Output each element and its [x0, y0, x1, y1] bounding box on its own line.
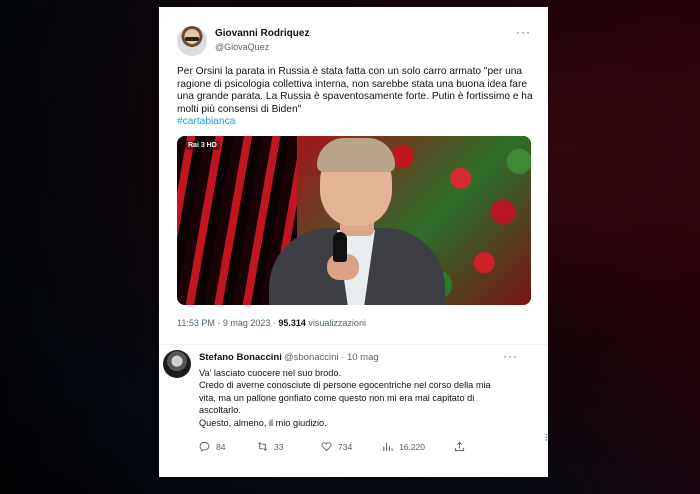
retweet-icon [258, 442, 267, 451]
author-name[interactable]: Giovanni Rodriquez [215, 28, 309, 39]
reply-count: 84 [216, 441, 226, 452]
microphone [333, 232, 347, 262]
reply-author-name[interactable]: Stefano Bonaccini [199, 352, 282, 363]
retweet-count: 33 [274, 441, 284, 452]
share-icon [454, 441, 465, 452]
media-person-hair [317, 138, 395, 172]
channel-logo: Rai 3 HD [185, 141, 220, 150]
reply-text: Va' lasciato cuocere nel suo brodo. Cred… [199, 367, 519, 429]
tweet-card: Giovanni Rodriquez @GiovaQuez ··· Per Or… [159, 7, 548, 477]
tweet-media-image[interactable]: Rai 3 HD [177, 136, 531, 305]
more-options-icon[interactable]: ··· [516, 26, 531, 38]
reply-author-avatar[interactable] [163, 350, 191, 378]
like-button[interactable]: 734 [321, 441, 352, 452]
reply-line: Credo di averne conosciute di persone eg… [199, 380, 491, 391]
avatar-sunglasses [185, 37, 199, 41]
views-button[interactable]: 16.220 [382, 441, 425, 452]
hashtag-link[interactable]: #cartabianca [177, 116, 533, 129]
reply-line: Va' lasciato cuocere nel suo brodo. [199, 368, 342, 378]
tweet-timestamp[interactable]: 11:53 PM · 9 mag 2023 · [177, 318, 278, 328]
reply-button[interactable]: 84 [199, 441, 225, 452]
reply-actions: 84 33 734 16.220 [199, 441, 499, 455]
main-tweet[interactable]: Giovanni Rodriquez @GiovaQuez ··· Per Or… [159, 7, 548, 345]
truncated-icon: ⁝ [544, 432, 549, 444]
heart-icon [321, 442, 332, 452]
retweet-button[interactable]: 33 [257, 441, 283, 452]
views-count: 95.314 [278, 318, 306, 328]
analytics-icon [383, 442, 393, 452]
tweet-body: Per Orsini la parata in Russia è stata f… [177, 66, 533, 115]
reply-line: ascoltarlo. [199, 405, 241, 416]
reply-icon [199, 441, 210, 452]
views-label: visualizzazioni [305, 318, 366, 328]
author-handle[interactable]: @GiovaQuez [215, 42, 269, 52]
reply-author-handle[interactable]: @sbonaccini · 10 mag [284, 352, 379, 363]
views-count-reply: 16.220 [399, 441, 425, 452]
reply-line: vita, ma un pallone gonfiato come questo… [199, 392, 475, 403]
author-avatar[interactable] [177, 26, 207, 56]
tweet-meta: 11:53 PM · 9 mag 2023 · 95.314 visualizz… [177, 318, 366, 328]
share-button[interactable] [454, 441, 465, 452]
reply-more-options-icon[interactable]: ··· [503, 350, 518, 362]
reply-line: Questo, almeno, il mio giudizio. [199, 417, 327, 428]
tweet-text: Per Orsini la parata in Russia è stata f… [177, 66, 533, 129]
like-count: 734 [338, 441, 353, 452]
reply-tweet[interactable]: Stefano Bonaccini @sbonaccini · 10 mag ·… [159, 345, 548, 477]
